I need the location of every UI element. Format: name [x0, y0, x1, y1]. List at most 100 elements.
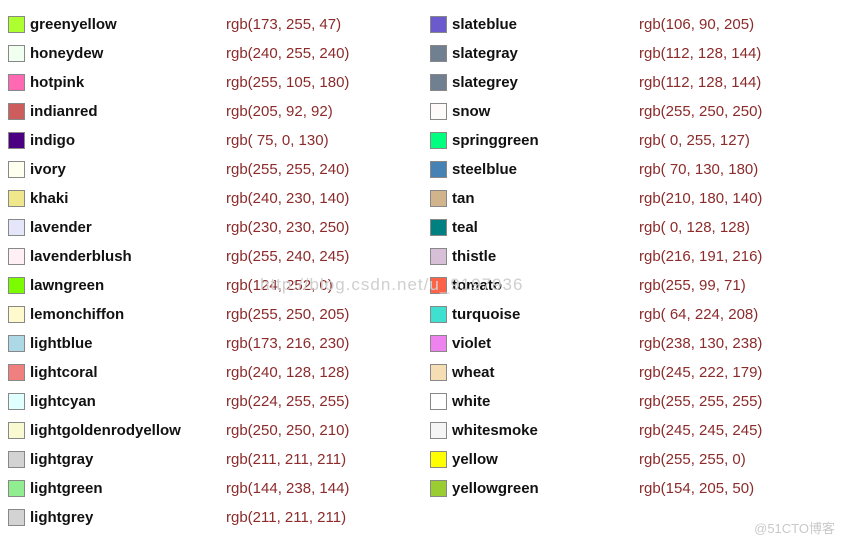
color-name: slategrey	[452, 68, 518, 97]
color-name: violet	[452, 329, 491, 358]
color-rgb-value: rgb(255, 255, 255)	[639, 393, 762, 410]
color-swatch-icon	[8, 422, 25, 439]
color-row: lightgreyrgb(211, 211, 211)	[8, 503, 426, 532]
color-rgb-value: rgb( 70, 130, 180)	[639, 161, 758, 178]
color-rgb-value: rgb(240, 128, 128)	[226, 364, 349, 381]
color-rgb-value: rgb(255, 240, 245)	[226, 248, 349, 265]
color-swatch-icon	[430, 451, 447, 468]
color-swatch-icon	[430, 335, 447, 352]
color-rgb-value: rgb( 64, 224, 208)	[639, 306, 758, 323]
color-name: slateblue	[452, 10, 517, 39]
color-name: yellowgreen	[452, 474, 539, 503]
color-rgb-value: rgb(173, 216, 230)	[226, 335, 349, 352]
color-name: khaki	[30, 184, 68, 213]
color-swatch-icon	[8, 277, 25, 294]
color-row: steelblue rgb( 70, 130, 180)	[430, 155, 834, 184]
color-swatch-icon	[430, 248, 447, 265]
color-swatch-icon	[8, 219, 25, 236]
color-swatch-icon	[430, 277, 447, 294]
color-row: lawngreenrgb(124, 252, 0)	[8, 271, 426, 300]
color-row: yellowrgb(255, 255, 0)	[430, 445, 834, 474]
color-row: indianred rgb(205, 92, 92)	[8, 97, 426, 126]
color-name: hotpink	[30, 68, 84, 97]
color-row: teal rgb( 0, 128, 128)	[430, 213, 834, 242]
color-rgb-value: rgb(250, 250, 210)	[226, 422, 349, 439]
color-row: tanrgb(210, 180, 140)	[430, 184, 834, 213]
color-rgb-value: rgb(112, 128, 144)	[639, 74, 761, 91]
color-row: greenyellowrgb(173, 255, 47)	[8, 10, 426, 39]
color-name: lightgreen	[30, 474, 103, 503]
color-swatch-icon	[430, 393, 447, 410]
color-rgb-value: rgb(124, 252, 0)	[226, 277, 333, 294]
color-swatch-icon	[430, 219, 447, 236]
color-rgb-value: rgb(255, 250, 205)	[226, 306, 349, 323]
color-name: steelblue	[452, 155, 517, 184]
color-name: turquoise	[452, 300, 520, 329]
color-row: hotpink rgb(255, 105, 180)	[8, 68, 426, 97]
color-swatch-icon	[430, 132, 447, 149]
color-row: lightgreen rgb(144, 238, 144)	[8, 474, 426, 503]
color-swatch-icon	[8, 45, 25, 62]
color-name: indianred	[30, 97, 98, 126]
color-rgb-value: rgb(112, 128, 144)	[639, 45, 761, 62]
color-table: greenyellowrgb(173, 255, 47)honeydewrgb(…	[8, 10, 837, 532]
color-rgb-value: rgb(238, 130, 238)	[639, 335, 762, 352]
color-swatch-icon	[430, 190, 447, 207]
color-name: whitesmoke	[452, 416, 538, 445]
color-name: lavender	[30, 213, 92, 242]
color-rgb-value: rgb(106, 90, 205)	[639, 16, 754, 33]
color-rgb-value: rgb(205, 92, 92)	[226, 103, 333, 120]
color-rgb-value: rgb(240, 255, 240)	[226, 45, 349, 62]
color-rgb-value: rgb(245, 222, 179)	[639, 364, 762, 381]
color-row: springgreenrgb( 0, 255, 127)	[430, 126, 834, 155]
color-swatch-icon	[8, 248, 25, 265]
color-rgb-value: rgb(224, 255, 255)	[226, 393, 349, 410]
color-swatch-icon	[430, 422, 447, 439]
color-rgb-value: rgb(255, 250, 250)	[639, 103, 762, 120]
color-row: thistle rgb(216, 191, 216)	[430, 242, 834, 271]
color-rgb-value: rgb(240, 230, 140)	[226, 190, 349, 207]
color-rgb-value: rgb( 0, 128, 128)	[639, 219, 750, 236]
left-column: greenyellowrgb(173, 255, 47)honeydewrgb(…	[8, 10, 426, 532]
color-name: lightblue	[30, 329, 93, 358]
color-row: khaki rgb(240, 230, 140)	[8, 184, 426, 213]
color-swatch-icon	[8, 132, 25, 149]
color-row: lemonchiffon rgb(255, 250, 205)	[8, 300, 426, 329]
color-swatch-icon	[430, 103, 447, 120]
color-name: wheat	[452, 358, 495, 387]
color-swatch-icon	[8, 393, 25, 410]
color-name: teal	[452, 213, 478, 242]
color-name: thistle	[452, 242, 496, 271]
color-swatch-icon	[8, 364, 25, 381]
color-row: slategrey rgb(112, 128, 144)	[430, 68, 834, 97]
color-swatch-icon	[8, 480, 25, 497]
color-rgb-value: rgb(255, 105, 180)	[226, 74, 349, 91]
color-row: slateblue rgb(106, 90, 205)	[430, 10, 834, 39]
color-name: lemonchiffon	[30, 300, 124, 329]
color-name: yellow	[452, 445, 498, 474]
color-rgb-value: rgb(245, 245, 245)	[639, 422, 762, 439]
color-rgb-value: rgb(216, 191, 216)	[639, 248, 762, 265]
color-name: slategray	[452, 39, 518, 68]
color-name: snow	[452, 97, 490, 126]
color-rgb-value: rgb(210, 180, 140)	[639, 190, 762, 207]
color-name: lightcoral	[30, 358, 98, 387]
color-rgb-value: rgb(255, 99, 71)	[639, 277, 746, 294]
color-row: tomatorgb(255, 99, 71)	[430, 271, 834, 300]
color-swatch-icon	[8, 16, 25, 33]
color-row: wheat rgb(245, 222, 179)	[430, 358, 834, 387]
color-rgb-value: rgb( 0, 255, 127)	[639, 132, 750, 149]
color-swatch-icon	[430, 364, 447, 381]
color-rgb-value: rgb(255, 255, 240)	[226, 161, 349, 178]
color-swatch-icon	[430, 16, 447, 33]
color-rgb-value: rgb(144, 238, 144)	[226, 480, 349, 497]
color-rgb-value: rgb( 75, 0, 130)	[226, 132, 329, 149]
color-name: greenyellow	[30, 10, 117, 39]
color-swatch-icon	[430, 480, 447, 497]
color-swatch-icon	[8, 103, 25, 120]
color-row: lightcyanrgb(224, 255, 255)	[8, 387, 426, 416]
color-row: lavenderrgb(230, 230, 250)	[8, 213, 426, 242]
color-name: white	[452, 387, 490, 416]
color-row: yellowgreenrgb(154, 205, 50)	[430, 474, 834, 503]
color-swatch-icon	[430, 161, 447, 178]
